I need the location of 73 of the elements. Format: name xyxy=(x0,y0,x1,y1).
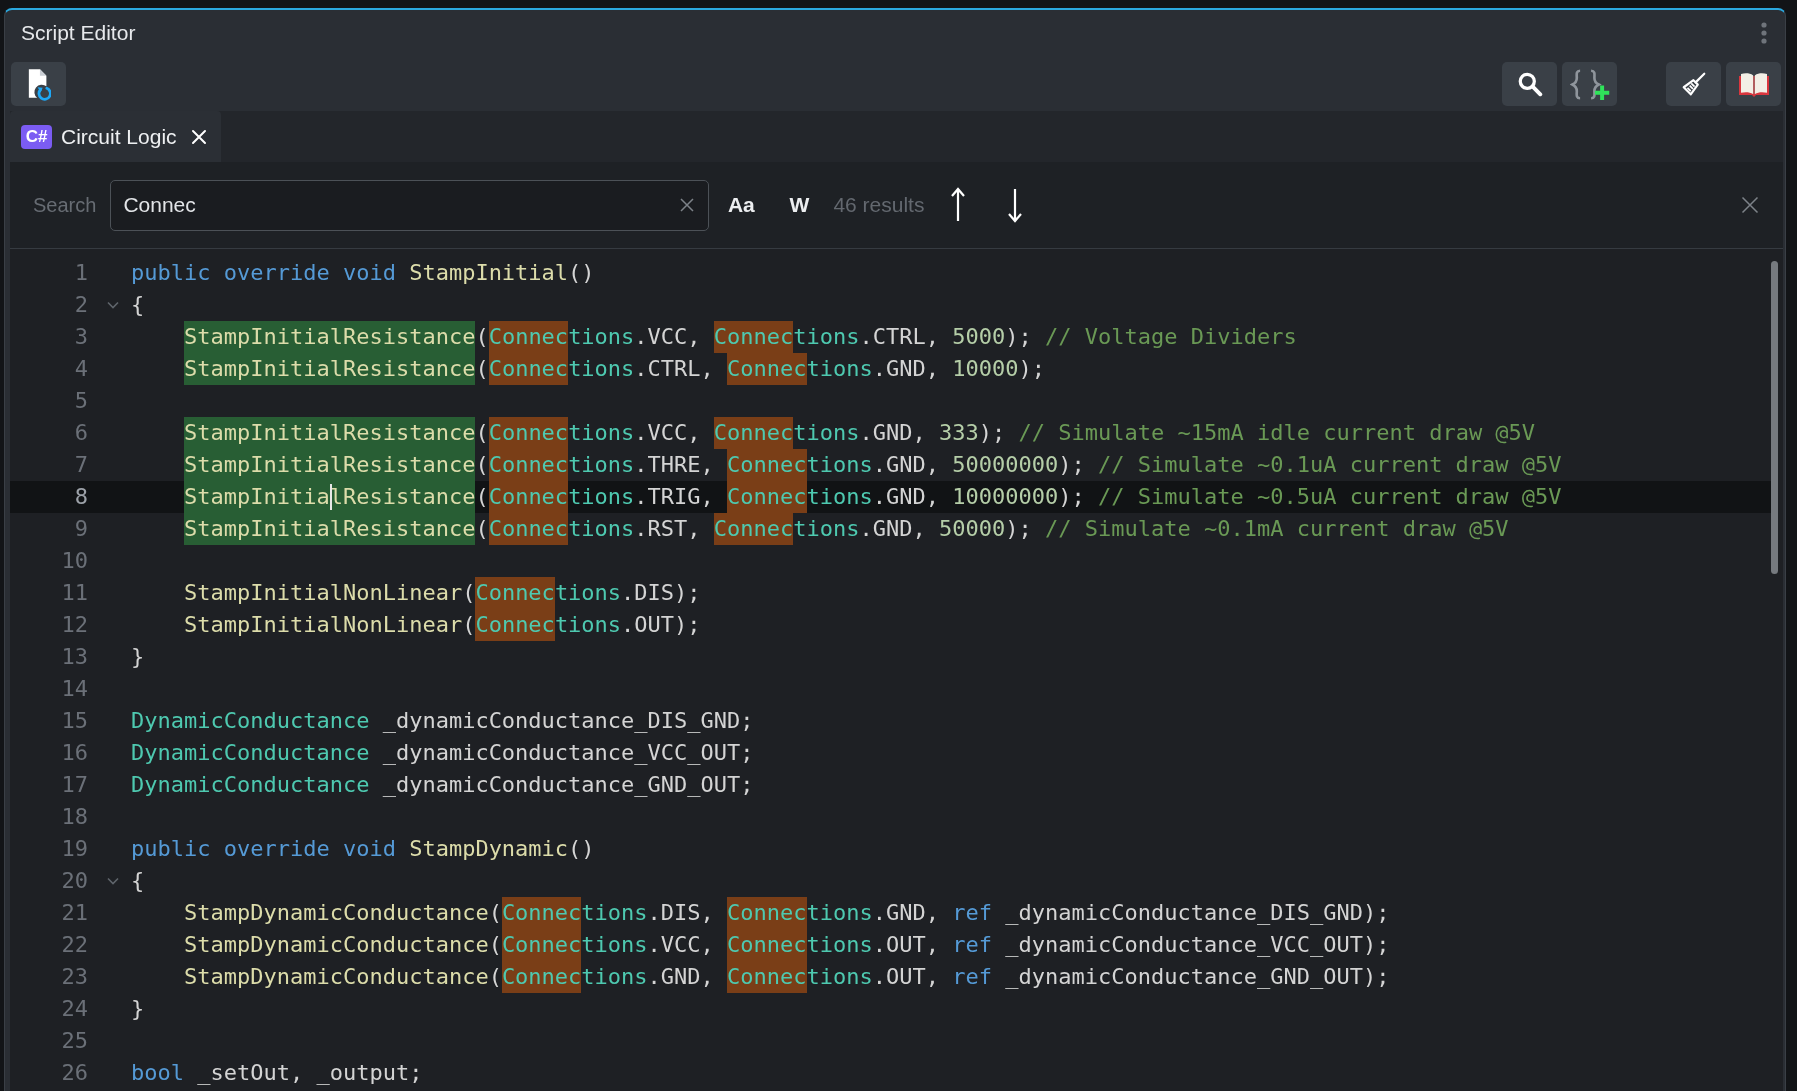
code-line: public override void StampInitial() xyxy=(131,259,595,287)
code-line: } xyxy=(131,643,145,671)
braces-plus-button[interactable] xyxy=(1562,62,1617,106)
line-number: 17 xyxy=(60,771,88,799)
broom-button[interactable] xyxy=(1666,62,1721,106)
code-line: StampDynamicConductance(Connections.GND, Connections.OUT, ref _dynamicConductance_GND_OUT); xyxy=(184,961,1390,993)
arrow-up-icon xyxy=(950,187,967,223)
document-refresh-icon xyxy=(26,67,51,101)
code-line: StampInitialNonLinear(Connections.OUT); xyxy=(184,609,701,641)
book-button[interactable] xyxy=(1726,62,1781,106)
code-line: StampInitialResistance(Connections.RST, Connections.GND, 50000); // Simulate ~0.1mA current draw @5V xyxy=(184,513,1509,545)
arrow-down-icon xyxy=(1007,187,1024,223)
code-line: DynamicConductance _dynamicConductance_DIS_GND; xyxy=(131,707,754,735)
language-badge: C# xyxy=(21,124,52,149)
line-number: 21 xyxy=(60,899,88,927)
line-number: 15 xyxy=(60,707,88,735)
whole-word-toggle[interactable]: W xyxy=(775,185,824,225)
code-line: bool _setOut, _output; xyxy=(131,1059,423,1087)
line-number: 18 xyxy=(60,803,88,831)
code-line: { xyxy=(131,291,145,319)
window-title: Script Editor xyxy=(21,21,136,45)
line-number: 5 xyxy=(73,387,88,415)
chevron-down-icon[interactable] xyxy=(107,301,119,309)
code-line: public override void StampDynamic() xyxy=(131,835,595,863)
code-line: { xyxy=(131,867,145,895)
code-line: StampInitialResistance(Connections.VCC, Connections.CTRL, 5000); // Voltage Dividers xyxy=(184,321,1297,353)
chevron-down-icon[interactable] xyxy=(107,877,119,885)
match-case-toggle[interactable]: Aa xyxy=(717,185,766,225)
line-number: 8 xyxy=(73,483,88,511)
line-number: 6 xyxy=(73,419,88,447)
line-number: 26 xyxy=(60,1059,88,1087)
line-number: 14 xyxy=(60,675,88,703)
line-number: 7 xyxy=(73,451,88,479)
search-icon xyxy=(1516,71,1543,97)
line-number: 4 xyxy=(73,355,88,383)
code-line: DynamicConductance _dynamicConductance_GND_OUT; xyxy=(131,771,754,799)
line-number: 11 xyxy=(60,579,88,607)
line-number: 3 xyxy=(73,323,88,351)
clear-icon[interactable] xyxy=(679,196,696,213)
line-number: 2 xyxy=(73,291,88,319)
line-number: 25 xyxy=(60,1027,88,1055)
more-icon[interactable] xyxy=(1761,22,1767,44)
broom-icon xyxy=(1680,71,1707,97)
code-line: StampInitialResistance(Connections.VCC, Connections.GND, 333); // Simulate ~15mA idle current draw @5V xyxy=(184,417,1536,449)
line-number: 13 xyxy=(60,643,88,671)
braces-plus-icon xyxy=(1569,67,1610,101)
book-icon xyxy=(1737,71,1770,97)
code-line: StampInitialResistance(Connections.THRE, Connections.GND, 50000000); // Simulate ~0.1uA current draw @5V xyxy=(184,449,1562,481)
scrollbar-thumb[interactable] xyxy=(1771,261,1778,574)
code-line: StampInitialResistance(Connections.CTRL, Connections.GND, 10000); xyxy=(184,353,1045,385)
result-count: 46 results xyxy=(833,193,925,217)
text-cursor xyxy=(329,484,332,510)
line-number: 1 xyxy=(73,259,88,287)
reload-button[interactable] xyxy=(11,62,66,106)
code-line: StampDynamicConductance(Connections.VCC, Connections.OUT, ref _dynamicConductance_VCC_OUT); xyxy=(184,929,1390,961)
line-number: 10 xyxy=(60,547,88,575)
editor-tab[interactable]: C# Circuit Logic xyxy=(10,111,221,162)
line-number: 22 xyxy=(60,931,88,959)
code-line: } xyxy=(131,995,145,1023)
search-field[interactable]: Connec xyxy=(110,179,710,231)
code-line: StampInitialResistance(Connections.TRIG, Connections.GND, 10000000); // Simulate ~0.5uA current draw @5V xyxy=(184,481,1562,513)
search-label: Search xyxy=(33,193,97,217)
line-number: 23 xyxy=(60,963,88,991)
line-number: 20 xyxy=(60,867,88,895)
code-line: StampDynamicConductance(Connections.DIS, Connections.GND, ref _dynamicConductance_DIS_GND); xyxy=(184,897,1390,929)
code-line: DynamicConductance _dynamicConductance_VCC_OUT; xyxy=(131,739,754,767)
line-number: 9 xyxy=(73,515,88,543)
line-number: 16 xyxy=(60,739,88,767)
line-number: 19 xyxy=(60,835,88,863)
search-button[interactable] xyxy=(1502,62,1557,106)
code-line: StampInitialNonLinear(Connections.DIS); xyxy=(184,577,701,609)
line-number: 12 xyxy=(60,611,88,639)
line-number: 24 xyxy=(60,995,88,1023)
